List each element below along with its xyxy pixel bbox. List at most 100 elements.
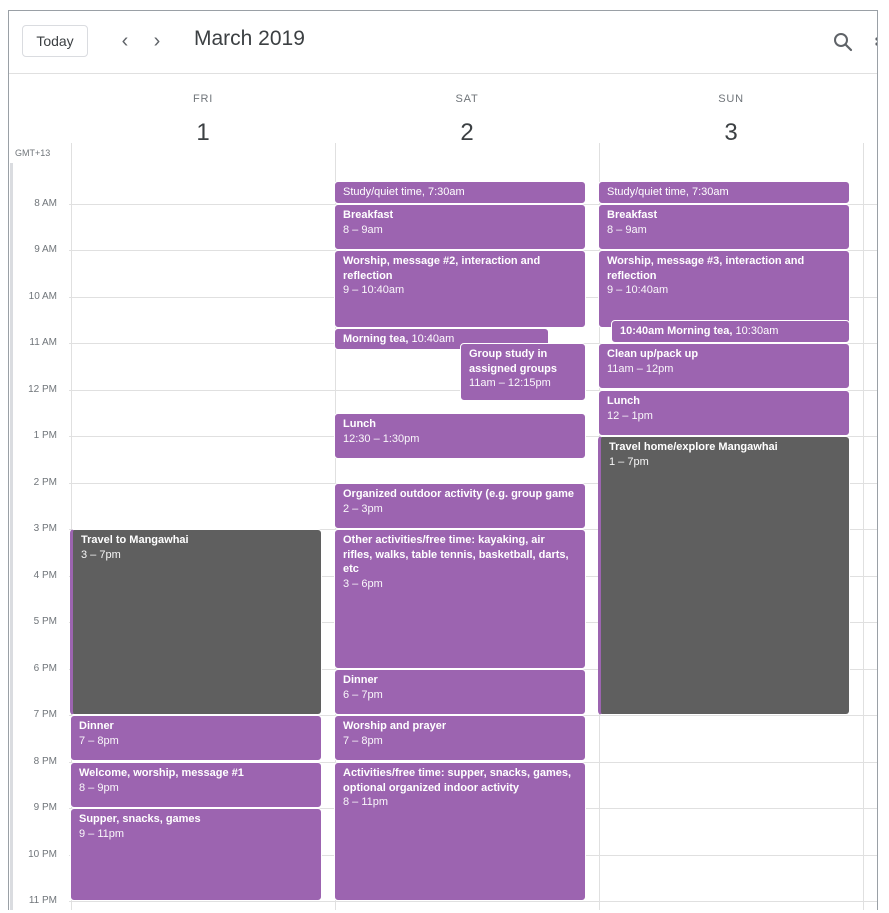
event-lunch-sun[interactable]: Lunch 12 – 1pm xyxy=(598,390,850,436)
hour-label: 10 AM xyxy=(28,291,57,302)
event-time: 12:30 – 1:30pm xyxy=(343,432,420,445)
event-time: 10:30am xyxy=(735,325,779,337)
event-title: Clean up/pack up xyxy=(607,348,699,360)
event-title: Breakfast xyxy=(343,209,394,221)
hour-label: 11 PM xyxy=(28,895,57,906)
calendar-frame: Today ‹ › March 2019 FRI 1 SAT 2 SUN 3 G… xyxy=(8,10,878,910)
event-title: Welcome, worship, message #1 xyxy=(79,767,244,779)
event-title: Lunch xyxy=(343,418,376,430)
event-title: Study/quiet time, xyxy=(343,186,425,198)
toolbar: Today ‹ › March 2019 xyxy=(9,11,877,74)
event-welcome-worship[interactable]: Welcome, worship, message #1 8 – 9pm xyxy=(70,762,322,808)
event-time: 8 – 11pm xyxy=(343,796,389,808)
hour-label: 6 PM xyxy=(33,663,57,674)
month-title: March 2019 xyxy=(194,27,305,50)
event-time: 8 – 9am xyxy=(607,223,647,236)
event-breakfast-sat[interactable]: Breakfast 8 – 9am xyxy=(334,204,586,250)
day-number[interactable]: 1 xyxy=(71,119,335,147)
event-study-quiet-sat[interactable]: Study/quiet time, 7:30am xyxy=(334,181,586,204)
search-icon[interactable] xyxy=(831,30,855,54)
event-time: 10:40am xyxy=(411,333,455,345)
event-title: Worship, message #2, interaction and ref… xyxy=(343,255,541,282)
more-options-icon[interactable] xyxy=(875,37,878,49)
event-dinner-fri[interactable]: Dinner 7 – 8pm xyxy=(70,715,322,761)
event-title: Study/quiet time, xyxy=(607,186,689,198)
event-time: 9 – 11pm xyxy=(79,827,125,840)
event-title: Travel home/explore Mangawhai xyxy=(609,441,778,453)
chevron-right-icon[interactable]: › xyxy=(145,29,169,53)
event-title: Other activities/free time: kayaking, ai… xyxy=(343,534,569,575)
event-title: Breakfast xyxy=(607,209,658,221)
event-travel-home[interactable]: Travel home/explore Mangawhai 1 – 7pm xyxy=(598,436,850,715)
chevron-left-icon[interactable]: ‹ xyxy=(113,29,137,53)
event-title: Organized outdoor activity (e.g. group g… xyxy=(343,488,575,500)
day-number[interactable]: 3 xyxy=(599,119,863,147)
hour-label: 12 PM xyxy=(28,384,57,395)
hour-label: 8 PM xyxy=(33,756,57,767)
today-button[interactable]: Today xyxy=(22,25,88,57)
hour-label: 5 PM xyxy=(33,616,57,627)
day-header-sat[interactable]: SAT 2 xyxy=(335,93,599,147)
event-time: 8 – 9am xyxy=(343,223,383,236)
hour-label: 11 AM xyxy=(29,337,57,348)
hour-label: 9 PM xyxy=(33,802,57,813)
event-title: Travel to Mangawhai xyxy=(81,534,189,546)
hour-label: 8 AM xyxy=(34,198,57,209)
event-time: 6 – 7pm xyxy=(343,688,383,701)
event-time: 7:30am xyxy=(692,186,729,198)
event-worship-3[interactable]: Worship, message #3, interaction and ref… xyxy=(598,250,850,328)
event-time: 7:30am xyxy=(428,186,465,198)
event-clean-up[interactable]: Clean up/pack up 11am – 12pm xyxy=(598,343,850,389)
day-name: SAT xyxy=(455,93,479,105)
event-worship-2[interactable]: Worship, message #2, interaction and ref… xyxy=(334,250,586,328)
event-time: 3 – 6pm xyxy=(343,577,383,590)
event-breakfast-sun[interactable]: Breakfast 8 – 9am xyxy=(598,204,850,250)
event-outdoor-activity[interactable]: Organized outdoor activity (e.g. group g… xyxy=(334,483,586,529)
day-header-fri[interactable]: FRI 1 xyxy=(71,93,335,147)
time-grid: 8 AM 9 AM 10 AM 11 AM 12 PM 1 PM 2 PM 3 … xyxy=(9,143,877,910)
hour-line xyxy=(69,901,877,902)
event-title: 10:40am Morning tea, xyxy=(620,325,733,337)
column-divider xyxy=(863,143,864,910)
hour-label: 7 PM xyxy=(33,709,57,720)
event-time: 12 – 1pm xyxy=(607,409,653,422)
event-title: Group study in assigned groups xyxy=(469,348,558,375)
event-lunch-sat[interactable]: Lunch 12:30 – 1:30pm xyxy=(334,413,586,459)
event-other-activities[interactable]: Other activities/free time: kayaking, ai… xyxy=(334,529,586,669)
event-travel-to-mangawhai[interactable]: Travel to Mangawhai 3 – 7pm xyxy=(70,529,322,715)
event-morning-tea-sun[interactable]: 10:40am Morning tea, 10:30am xyxy=(611,320,850,343)
event-study-quiet-sun[interactable]: Study/quiet time, 7:30am xyxy=(598,181,850,204)
event-activities-free-time[interactable]: Activities/free time: supper, snacks, ga… xyxy=(334,762,586,901)
event-time: 11am – 12pm xyxy=(607,362,674,375)
hour-label: 9 AM xyxy=(34,244,57,255)
event-title: Worship, message #3, interaction and ref… xyxy=(607,255,805,282)
event-title: Dinner xyxy=(79,720,114,732)
hour-label: 3 PM xyxy=(33,523,57,534)
scrollbar-track[interactable] xyxy=(10,163,13,910)
event-time: 9 – 10:40am xyxy=(607,284,669,296)
hour-label: 1 PM xyxy=(33,430,57,441)
event-title: Lunch xyxy=(607,395,640,407)
event-time: 7 – 8pm xyxy=(79,734,119,747)
day-name: SUN xyxy=(718,93,744,105)
event-supper-snacks-games[interactable]: Supper, snacks, games 9 – 11pm xyxy=(70,808,322,901)
event-time: 2 – 3pm xyxy=(343,502,383,515)
event-time: 9 – 10:40am xyxy=(343,284,405,296)
day-header-sun[interactable]: SUN 3 xyxy=(599,93,863,147)
hour-label: 4 PM xyxy=(33,570,57,581)
day-number[interactable]: 2 xyxy=(335,119,599,147)
event-time: 1 – 7pm xyxy=(609,455,649,468)
event-title: Supper, snacks, games xyxy=(79,813,201,825)
event-time: 3 – 7pm xyxy=(81,548,121,561)
event-title: Dinner xyxy=(343,674,378,686)
event-title: Activities/free time: supper, snacks, ga… xyxy=(343,767,572,794)
day-name: FRI xyxy=(192,93,214,105)
event-group-study[interactable]: Group study in assigned groups 11am – 12… xyxy=(460,343,586,401)
event-worship-prayer[interactable]: Worship and prayer 7 – 8pm xyxy=(334,715,586,761)
hour-label: 10 PM xyxy=(28,849,57,860)
event-time: 7 – 8pm xyxy=(343,734,383,747)
event-dinner-sat[interactable]: Dinner 6 – 7pm xyxy=(334,669,586,715)
event-time: 11am – 12:15pm xyxy=(469,377,551,389)
hour-label: 2 PM xyxy=(33,477,57,488)
event-title: Morning tea, xyxy=(343,333,409,345)
